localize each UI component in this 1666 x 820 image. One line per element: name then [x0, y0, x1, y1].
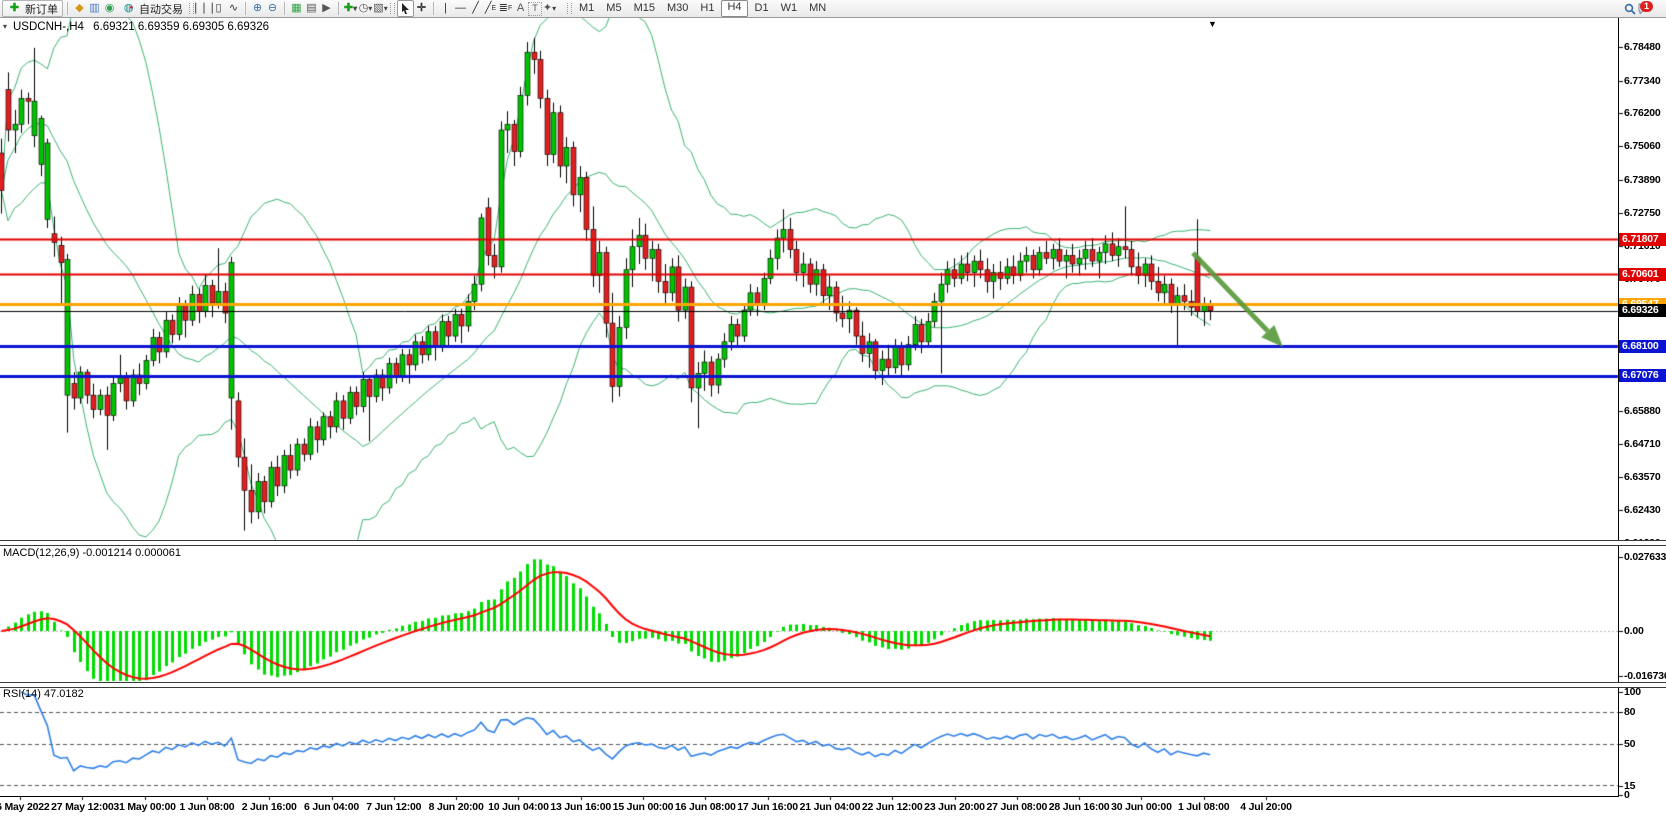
hline-price-box-6.67076: 6.67076: [1619, 369, 1666, 382]
time-label-20: 4 Jul 20:00: [1240, 801, 1292, 813]
rsi-indicator-label: RSI(14) 47.0182: [3, 688, 84, 700]
hline-price-box-6.70601: 6.70601: [1619, 268, 1666, 281]
equidistant-channel-icon[interactable]: ╱E: [483, 1, 498, 16]
horizontal-line-icon[interactable]: —: [453, 1, 468, 16]
time-label-9: 13 Jun 16:00: [550, 801, 611, 813]
time-label-18: 30 Jun 00:00: [1111, 801, 1172, 813]
pane-separator-macd[interactable]: [0, 540, 1666, 546]
price-axis-line: [1618, 17, 1619, 797]
price-tick-6.76200: 6.76200: [1624, 107, 1661, 119]
autotrading-button[interactable]: ◍● 自动交易: [117, 1, 187, 16]
current-price-box: 6.69326: [1619, 304, 1666, 317]
time-label-5: 6 Jun 04:00: [304, 801, 359, 813]
timeframe-group: M1M5M15M30H1H4D1W1MN: [574, 0, 831, 17]
time-label-4: 2 Jun 16:00: [242, 801, 297, 813]
trendline-icon[interactable]: ╱: [468, 1, 483, 16]
ohlc-values: 6.69321 6.69359 6.69305 6.69326: [93, 21, 269, 33]
chart-title: USDCNH-,H4 6.69321 6.69359 6.69305 6.693…: [13, 21, 269, 33]
timeframe-button-M1[interactable]: M1: [574, 1, 599, 16]
one-click-caret-icon[interactable]: ▾: [3, 22, 7, 31]
line-chart-icon[interactable]: ∿: [226, 1, 241, 16]
time-label-14: 22 Jun 12:00: [862, 801, 923, 813]
hline-price-box-6.68100: 6.68100: [1619, 340, 1666, 353]
time-label-12: 17 Jun 16:00: [737, 801, 798, 813]
crosshair-icon[interactable]: ✛: [414, 1, 429, 16]
time-label-10: 15 Jun 00:00: [613, 801, 674, 813]
periods-icon[interactable]: ◷▾: [358, 1, 373, 16]
price-tick-6.75060: 6.75060: [1624, 140, 1661, 152]
timeframe-button-MN[interactable]: MN: [804, 1, 831, 16]
vertical-line-icon[interactable]: |: [438, 1, 453, 16]
auto-arrange-icon[interactable]: ▤: [304, 1, 319, 16]
candlestick-chart-icon[interactable]: ▯: [211, 1, 226, 16]
timeframe-button-H4[interactable]: H4: [721, 0, 747, 17]
autotrading-icon: ◍●: [121, 1, 136, 16]
timeframe-button-H1[interactable]: H1: [695, 1, 719, 16]
time-label-8: 10 Jun 04:00: [488, 801, 549, 813]
new-order-label: 新订单: [25, 1, 58, 17]
price-tick-6.72750: 6.72750: [1624, 207, 1661, 219]
timeframe-button-M15[interactable]: M15: [629, 1, 660, 16]
arrows-tool-icon[interactable]: ✦▾: [542, 1, 557, 16]
templates-icon[interactable]: ▧▾: [373, 1, 388, 16]
time-axis-frame: [0, 796, 1619, 797]
time-label-0: 26 May 2022: [0, 801, 50, 813]
chart-shift-icon[interactable]: ▶: [319, 1, 334, 16]
rsi-axis-50: 50: [1624, 738, 1635, 750]
cursor-icon[interactable]: [397, 0, 414, 17]
macd-axis-0.00: 0.00: [1624, 625, 1644, 637]
text-icon[interactable]: A: [513, 1, 528, 16]
new-order-icon: ✚: [7, 1, 22, 16]
zoom-out-icon[interactable]: ⊖: [265, 1, 280, 16]
new-order-button[interactable]: ✚ 新订单: [2, 0, 63, 17]
chart-canvas[interactable]: [0, 0, 1666, 820]
chart-shift-marker-icon[interactable]: ▼: [1208, 19, 1217, 29]
time-label-3: 1 Jun 08:00: [179, 801, 234, 813]
main-toolbar: ✚ 新订单 ◆ ▥ ◉ ◍● 自动交易 ❘❘❘ ▯ ∿ ⊕ ⊖ ▦ ▤ ▶ ✚▾…: [0, 0, 1666, 18]
price-tick-6.78480: 6.78480: [1624, 41, 1661, 53]
hline-price-box-6.71807: 6.71807: [1619, 233, 1666, 246]
symbol-period-label: USDCNH-,H4: [13, 21, 84, 33]
pane-separator-rsi[interactable]: [0, 682, 1666, 688]
time-label-2: 31 May 00:00: [113, 801, 175, 813]
mt4-terminal: { "toolbar": { "new_order": {"label": "新…: [0, 0, 1666, 820]
price-tick-6.62430: 6.62430: [1624, 504, 1661, 516]
autotrading-label: 自动交易: [139, 1, 183, 17]
time-label-1: 27 May 12:00: [51, 801, 113, 813]
macd-axis-0.027633: 0.027633: [1624, 551, 1666, 563]
price-tick-6.63570: 6.63570: [1624, 471, 1661, 483]
text-label-icon[interactable]: T: [528, 2, 542, 16]
price-tick-6.73890: 6.73890: [1624, 174, 1661, 186]
notification-badge: 1: [1640, 1, 1653, 12]
time-label-19: 1 Jul 08:00: [1178, 801, 1230, 813]
rsi-axis-0: 0: [1624, 789, 1630, 801]
price-tick-6.77340: 6.77340: [1624, 75, 1661, 87]
notifications-icon[interactable]: 1: [1637, 1, 1652, 16]
price-tick-6.64710: 6.64710: [1624, 438, 1661, 450]
tile-windows-icon[interactable]: ▦: [289, 1, 304, 16]
timeframe-button-M30[interactable]: M30: [662, 1, 693, 16]
time-label-17: 28 Jun 16:00: [1049, 801, 1110, 813]
time-label-16: 27 Jun 08:00: [986, 801, 1047, 813]
time-label-6: 7 Jun 12:00: [366, 801, 421, 813]
market-watch-icon[interactable]: ▥: [87, 1, 102, 16]
zoom-in-icon[interactable]: ⊕: [250, 1, 265, 16]
timeframe-button-W1[interactable]: W1: [776, 1, 803, 16]
macd-axis--0.016736: -0.016736: [1624, 670, 1666, 682]
time-label-11: 16 Jun 08:00: [675, 801, 736, 813]
rsi-axis-80: 80: [1624, 706, 1635, 718]
search-icon[interactable]: [1622, 1, 1637, 16]
timeframe-button-M5[interactable]: M5: [601, 1, 626, 16]
chart-profiles-icon[interactable]: ◆: [72, 1, 87, 16]
bar-chart-icon[interactable]: ❘❘❘: [196, 1, 211, 16]
navigator-icon[interactable]: ◉: [102, 1, 117, 16]
time-label-13: 21 Jun 04:00: [800, 801, 861, 813]
indicators-icon[interactable]: ✚▾: [343, 1, 358, 16]
time-label-7: 8 Jun 20:00: [429, 801, 484, 813]
macd-indicator-label: MACD(12,26,9) -0.001214 0.000061: [3, 547, 181, 559]
price-tick-6.65880: 6.65880: [1624, 405, 1661, 417]
timeframe-button-D1[interactable]: D1: [750, 1, 774, 16]
fibonacci-icon[interactable]: ≣F: [498, 1, 513, 16]
time-label-15: 23 Jun 20:00: [924, 801, 985, 813]
